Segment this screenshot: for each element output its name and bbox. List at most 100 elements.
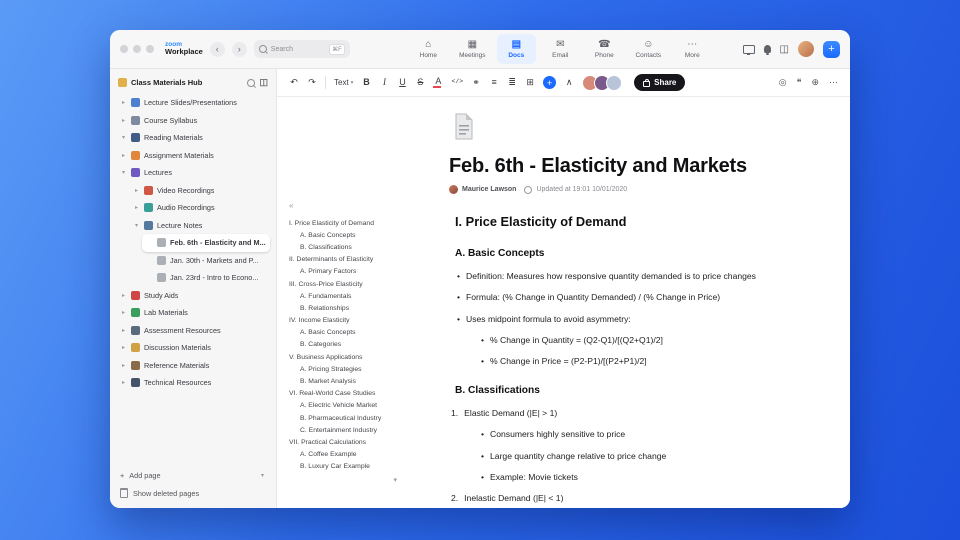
nav-forward-button[interactable]: ›	[231, 41, 247, 57]
bold-button[interactable]: B	[361, 78, 371, 87]
sidebar-tree-item[interactable]: ▸ Lecture Slides/Presentations	[116, 94, 270, 112]
undo-button[interactable]: ↶	[289, 78, 299, 87]
nav-tab[interactable]: ☎ Phone	[585, 34, 624, 64]
outline-item[interactable]: B. Categories	[289, 339, 397, 351]
bullet-list-button[interactable]: ≡	[489, 78, 499, 87]
outline-item[interactable]: A. Basic Concepts	[289, 327, 397, 339]
text-style-dropdown[interactable]: Text ▾	[334, 78, 353, 87]
outline-item[interactable]: B. Pharmaceutical Industry	[289, 412, 397, 424]
sidebar-tree-item[interactable]: ▸ Lab Materials	[116, 304, 270, 322]
document-title[interactable]: Feb. 6th - Elasticity and Markets	[449, 155, 817, 178]
nav-back-button[interactable]: ‹	[209, 41, 225, 57]
outline-item[interactable]: B. Relationships	[289, 302, 397, 314]
text-color-button[interactable]: A	[433, 77, 443, 88]
doc-block[interactable]: 2. Inelastic Demand (|E| < 1)	[451, 493, 817, 504]
outline-item[interactable]: II. Determinants of Elasticity	[289, 254, 397, 266]
tree-chevron-icon[interactable]: ▸	[120, 292, 127, 299]
doc-block[interactable]: 1. Elastic Demand (|E| > 1)	[451, 408, 817, 419]
document-scroll-area[interactable]: « I. Price Elasticity of Demand A. Basic…	[277, 97, 850, 508]
sidebar-tree-item[interactable]: ▸ Assignment Materials	[116, 147, 270, 165]
tree-chevron-icon[interactable]: ▸	[120, 152, 127, 159]
sidebar-tree-item[interactable]: ▸ Assessment Resources	[116, 322, 270, 340]
window-zoom-button[interactable]	[146, 45, 154, 53]
globe-icon[interactable]: ⊕	[811, 77, 819, 88]
outline-item[interactable]: VI. Real-World Case Studies	[289, 388, 397, 400]
more-options-icon[interactable]: ⋯	[829, 77, 838, 88]
doc-block[interactable]: B. Classifications	[449, 385, 817, 398]
tree-chevron-icon[interactable]: ▸	[120, 344, 127, 351]
tree-chevron-icon[interactable]: ▸	[120, 99, 127, 106]
outline-item[interactable]: VII. Practical Calculations	[289, 436, 397, 448]
italic-button[interactable]: I	[379, 78, 389, 87]
doc-block[interactable]: I. Price Elasticity of Demand	[449, 214, 817, 230]
sidebar-tree-item[interactable]: Feb. 6th - Elasticity and M...	[142, 234, 270, 252]
align-button[interactable]: ≣	[507, 78, 517, 87]
tree-chevron-icon[interactable]: ▾	[133, 222, 140, 229]
sidebar-tree-item[interactable]: ▾ Lecture Notes	[129, 217, 270, 235]
sidebar-tree-item[interactable]: ▸ Discussion Materials	[116, 339, 270, 357]
redo-button[interactable]: ↷	[307, 78, 317, 87]
window-minimize-button[interactable]	[133, 45, 141, 53]
doc-block[interactable]: • % Change in Quantity = (Q2-Q1)/[(Q2+Q1…	[481, 335, 817, 346]
sidebar-collapse-icon[interactable]: ◫	[259, 77, 268, 88]
tree-chevron-icon[interactable]: ▾	[120, 134, 127, 141]
outline-item[interactable]: A. Fundamentals	[289, 290, 397, 302]
user-avatar[interactable]	[798, 41, 814, 57]
sidebar-tree-item[interactable]: ▸ Audio Recordings	[129, 199, 270, 217]
sidebar-tree-item[interactable]: Jan. 23rd - Intro to Econo...	[142, 269, 270, 287]
doc-block[interactable]: • Uses midpoint formula to avoid asymmet…	[457, 314, 817, 325]
nav-tab[interactable]: ⋯ More	[673, 34, 712, 64]
sidebar-tree-item[interactable]: Jan. 30th - Markets and P...	[142, 252, 270, 270]
outline-item[interactable]: B. Luxury Car Example	[289, 461, 397, 473]
outline-item[interactable]: IV. Income Elasticity	[289, 315, 397, 327]
outline-item[interactable]: A. Coffee Example	[289, 449, 397, 461]
notifications-bell-icon[interactable]	[763, 45, 771, 55]
nav-tab[interactable]: ✉ Email	[541, 34, 580, 64]
sidebar-tree-item[interactable]: ▾ Reading Materials	[116, 129, 270, 147]
doc-block[interactable]: • Example: Movie tickets	[481, 472, 817, 483]
video-camera-icon[interactable]: ◎	[779, 77, 787, 88]
sidebar-tree-item[interactable]: ▸ Video Recordings	[129, 182, 270, 200]
doc-block[interactable]: • Formula: (% Change in Quantity Demande…	[457, 292, 817, 303]
code-button[interactable]: </>	[451, 79, 463, 86]
tree-chevron-icon[interactable]: ▸	[133, 187, 140, 194]
doc-block[interactable]: • % Change in Price = (P2-P1)/[(P2+P1)/2…	[481, 356, 817, 367]
nav-tab[interactable]: ▤ Docs	[496, 34, 536, 64]
link-button[interactable]: ⚭	[471, 78, 481, 87]
outline-collapse-icon[interactable]: «	[289, 201, 397, 210]
sidebar-tree-item[interactable]: ▸ Course Syllabus	[116, 112, 270, 130]
global-search-input[interactable]: Search ⌘F	[253, 40, 350, 58]
insert-plus-button[interactable]: +	[543, 76, 557, 89]
show-deleted-pages-button[interactable]: Show deleted pages	[120, 488, 266, 498]
sidebar-tree-item[interactable]: ▸ Reference Materials	[116, 357, 270, 375]
sidebar-tree-item[interactable]: ▸ Technical Resources	[116, 374, 270, 392]
doc-block[interactable]: • Large quantity change relative to pric…	[481, 451, 817, 462]
share-button[interactable]: Share	[634, 74, 686, 91]
outline-item[interactable]: A. Primary Factors	[289, 266, 397, 278]
strikethrough-button[interactable]: S	[415, 78, 425, 87]
tree-chevron-icon[interactable]: ▸	[133, 204, 140, 211]
underline-button[interactable]: U	[397, 78, 407, 87]
new-item-plus-button[interactable]: +	[823, 40, 840, 58]
panel-toggle-icon[interactable]: ◫	[780, 44, 789, 55]
insert-table-button[interactable]: ⊞	[525, 78, 535, 87]
outline-item[interactable]: A. Electric Vehicle Market	[289, 400, 397, 412]
device-icon[interactable]	[742, 44, 755, 55]
tree-chevron-icon[interactable]: ▸	[120, 327, 127, 334]
nav-tab[interactable]: ⌂ Home	[409, 34, 448, 64]
outline-scroll-down-icon[interactable]: ▾	[289, 476, 397, 484]
doc-block[interactable]: • Definition: Measures how responsive qu…	[457, 271, 817, 282]
nav-tab[interactable]: ☺ Contacts	[629, 34, 668, 64]
add-page-button[interactable]: + Add page ▾	[120, 471, 266, 480]
tree-chevron-icon[interactable]: ▾	[120, 169, 127, 176]
outline-item[interactable]: B. Market Analysis	[289, 375, 397, 387]
sidebar-tree-item[interactable]: ▸ Study Aids	[116, 287, 270, 305]
sidebar-search-icon[interactable]	[247, 78, 256, 87]
comment-icon[interactable]: ❝	[797, 77, 802, 88]
nav-tab[interactable]: ▦ Meetings	[453, 34, 492, 64]
tree-chevron-icon[interactable]: ▸	[120, 379, 127, 386]
collapse-toolbar-button[interactable]: ∧	[564, 78, 574, 87]
outline-item[interactable]: B. Classifications	[289, 241, 397, 253]
window-close-button[interactable]	[120, 45, 128, 53]
doc-block[interactable]: A. Basic Concepts	[449, 248, 817, 261]
